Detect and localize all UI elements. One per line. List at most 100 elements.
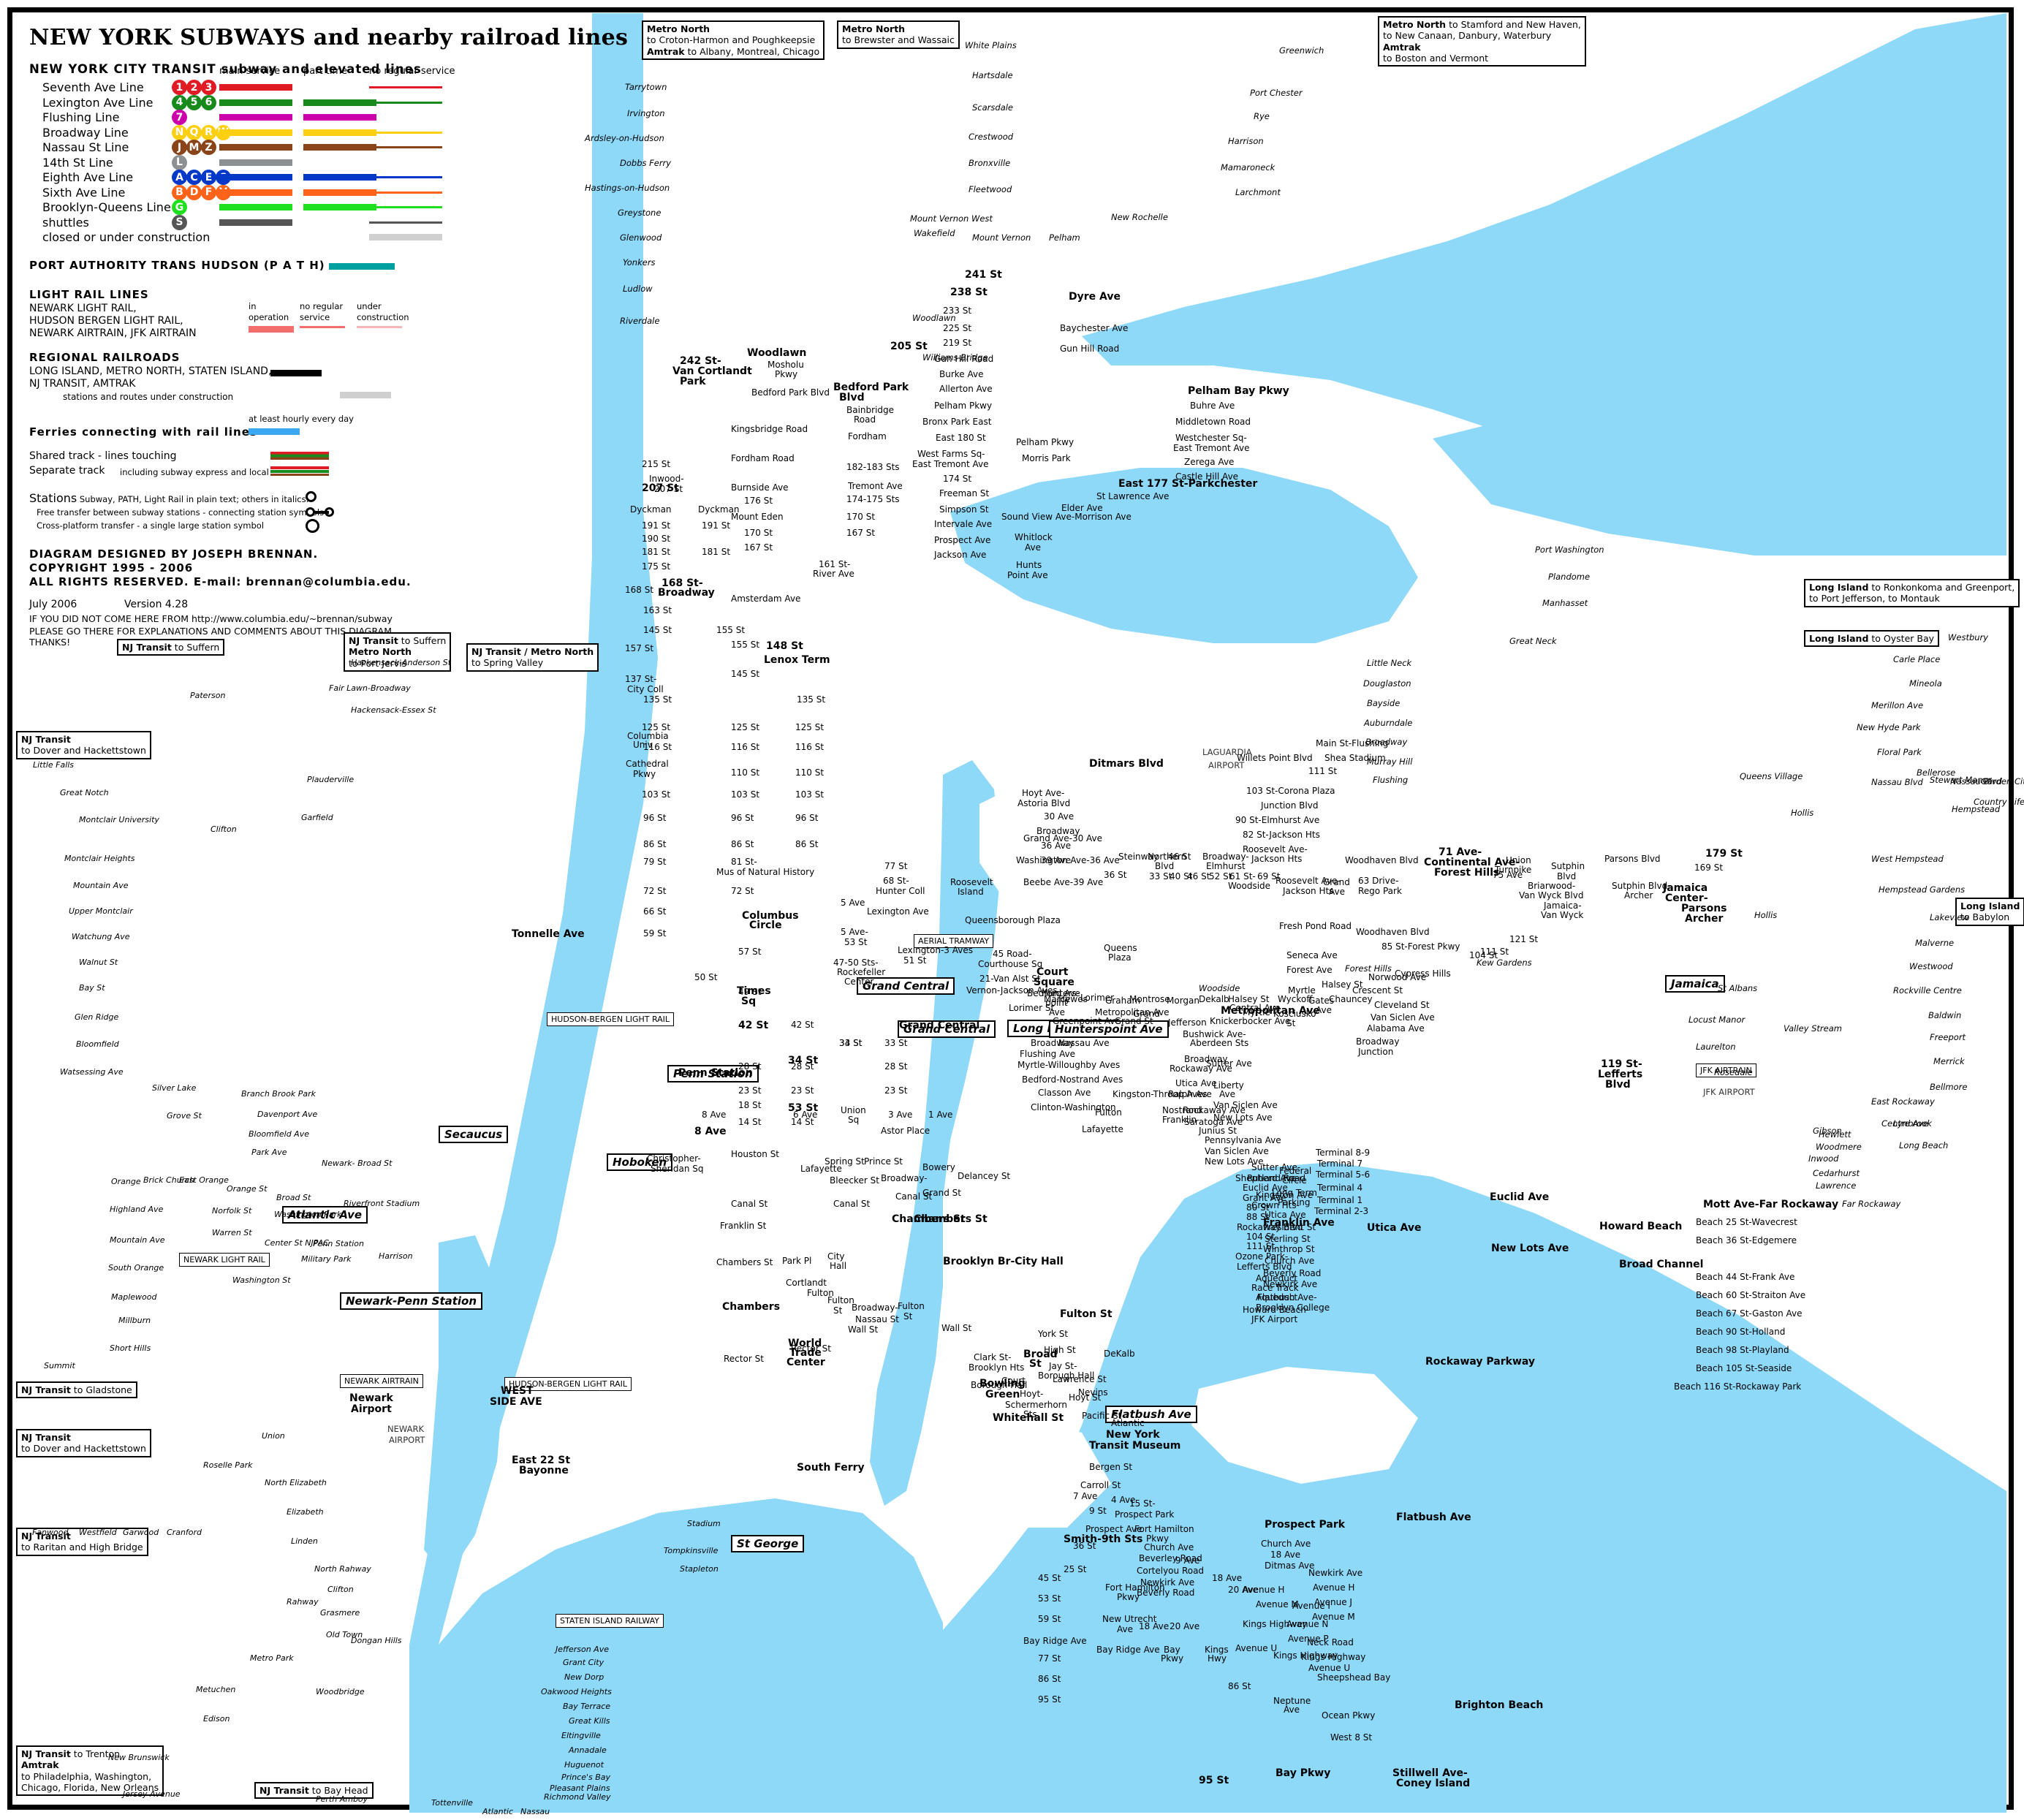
map-station-label: 15 St- (1129, 1498, 1156, 1509)
map-station-label: 36 Ave (1041, 841, 1072, 851)
info-box-operator: NJ Transit (21, 1384, 71, 1395)
map-station-label: Pennsylvania Ave (1205, 1135, 1281, 1145)
map-station-label: 168 St (625, 585, 654, 595)
map-station-label: Newkirk Ave (1308, 1568, 1363, 1578)
map-station-label: Chauncey (1329, 994, 1373, 1004)
map-station-label: Westchester Sq- (1175, 433, 1247, 443)
map-station-label-terminal: Archer (1685, 913, 1724, 925)
map-station-label: Sutphin Blvd- (1612, 881, 1671, 891)
map-station-label-terminal: Woodlawn (747, 347, 807, 359)
map-station-label: Bleecker St (830, 1175, 879, 1186)
map-region-label: NEWARK AIRTRAIN (340, 1374, 423, 1389)
legend-lightrail-heading: LIGHT RAIL LINES (29, 287, 149, 301)
map-station-label: Dyckman (630, 504, 672, 515)
map-station-label: Plaza (1108, 952, 1132, 963)
legend-swatch-main (219, 114, 292, 121)
map-station-label-nj: Broad St (276, 1193, 311, 1202)
legend-lightrail-colhead: no regular (300, 300, 344, 311)
legend-line-row: Flushing Line 7 (29, 110, 439, 126)
map-station-label: Hall (830, 1261, 847, 1271)
map-station-label: Allerton Ave (939, 384, 993, 394)
legend-ferries-heading: Ferries connecting with rail lines (29, 425, 257, 439)
map-station-label-terminal: Transit Museum (1089, 1440, 1181, 1452)
map-station-label: Schermerhorn (1005, 1400, 1067, 1410)
legend-swatch-part (303, 114, 376, 121)
map-station-label-rail: Great Neck (1509, 636, 1557, 646)
map-station-label-nj: Grove St (167, 1111, 202, 1121)
map-station-label-rail: Scarsdale (972, 102, 1014, 113)
route-bullet-D: D (186, 184, 202, 200)
map-station-label: 77 St (884, 861, 908, 871)
map-station-label: Dekalb (1199, 994, 1229, 1004)
legend-lightrail-line: NEWARK AIRTRAIN, JFK AIRTRAIN (29, 327, 197, 339)
map-station-label: Lexington Ave (867, 906, 929, 917)
map-station-label-nj: Davenport Ave (257, 1110, 318, 1119)
legend-line-bullets: L (172, 154, 187, 170)
map-station-label: Fresh Pond Road (1279, 921, 1352, 931)
info-box-mn-stamford: Metro North to Stamford and New Haven, to… (1378, 16, 1586, 67)
map-station-label-nj: Montclair Heights (64, 854, 135, 863)
map-station-label-terminal: 95 St (1199, 1775, 1229, 1786)
legend-lightrail-colhead: under (357, 300, 382, 311)
map-station-label: Rockaway Blvd (1237, 1222, 1303, 1232)
info-box-njt-spring: NJ Transit / Metro North to Spring Valley (466, 643, 599, 672)
map-station-label-nj: Dongan Hills (351, 1636, 402, 1645)
info-box-line: to Dover and Hackettstown (21, 1443, 146, 1454)
legend-shared-track-swatch (270, 451, 329, 460)
map-station-label: 103 St (795, 789, 825, 800)
info-box-mn-brewster: Metro North to Brewster and Wassaic (837, 20, 960, 49)
map-station-label: 95 St (1038, 1694, 1061, 1705)
map-station-label-terminal: Park (680, 376, 706, 387)
map-station-label: Kings Highway (1243, 1619, 1308, 1629)
map-station-label: Pacific St (1082, 1411, 1122, 1421)
map-station-label: Pelham Pkwy (1016, 437, 1074, 447)
info-box-line: Long Island (1960, 900, 2020, 911)
map-station-label-terminal: Airport (351, 1403, 392, 1415)
map-station-label-nj: Riverfront Stadium (344, 1199, 420, 1208)
map-station-label-terminal: Forest Hills (1434, 867, 1500, 879)
map-station-label-nj: Watchung Ave (72, 932, 130, 941)
map-station-label: Broadway- (1202, 852, 1249, 862)
map-station-label: Utica Ave (1265, 1210, 1306, 1220)
legend-swatch-none (369, 191, 442, 194)
map-station-label: 23 St (791, 1085, 814, 1096)
legend-swatch-part (303, 99, 376, 106)
map-station-label: 135 St (797, 694, 826, 705)
legend-separate-track-sub: including subway express and local track (120, 466, 293, 477)
legend-line-row: Eighth Ave LineACES (29, 170, 442, 186)
legend-swatch-lightrail-2 (357, 325, 402, 328)
map-station-label: 66 St (643, 906, 667, 917)
map-station-label: 145 St (643, 625, 672, 635)
legend-stations-sub: Subway, PATH, Light Rail in plain text; … (77, 493, 309, 504)
map-station-label: Bainbridge (846, 405, 895, 415)
map-station-label-terminal: Sq (741, 996, 757, 1007)
map-station-label: 72 St (643, 886, 667, 896)
map-station-label: Hwy (1208, 1653, 1227, 1664)
info-box-line: to Babylon (1960, 911, 2020, 922)
map-station-label-terminal: Euclid Ave (1490, 1191, 1550, 1203)
map-station-label: Jackson Ave (934, 550, 987, 560)
route-bullet-A: A (172, 170, 187, 185)
map-station-label: Briarwood- (1528, 881, 1576, 891)
map-station-label-terminal: Prospect Park (1265, 1519, 1346, 1531)
legend-regional-block: REGIONAL RAILROADS LONG ISLAND, METRO NOR… (29, 351, 439, 412)
legend-transfer-bar (313, 510, 329, 514)
map-station-label: 33 St (884, 1038, 908, 1048)
legend-separate-track: Separate track (29, 464, 105, 477)
legend-cross-platform: Cross-platform transfer - a single large… (37, 520, 265, 531)
map-station-label: Nassau St (855, 1314, 899, 1324)
map-station-label-nj: Grasmere (320, 1608, 360, 1618)
map-station-label-rail: Hollis (1754, 910, 1778, 920)
legend-line-row: Lexington Ave Line 4 5 6 (29, 94, 442, 111)
map-station-label: Terminal 8-9 (1316, 1148, 1371, 1158)
route-bullet-E: E (201, 170, 216, 185)
map-station-label: Canal St (895, 1191, 933, 1202)
map-station-label-rail: Rockville Centre (1893, 985, 1962, 996)
legend-swatch-part (303, 174, 376, 181)
map-station-label: 5 Ave- (841, 927, 868, 937)
map-station-label-rail: Cedarhurst (1813, 1168, 1860, 1178)
map-station-label: Woodhaven Blvd (1345, 855, 1419, 865)
map-station-label-nj: Tompkinsville (664, 1546, 719, 1555)
info-box-operator: Amtrak (647, 45, 685, 57)
